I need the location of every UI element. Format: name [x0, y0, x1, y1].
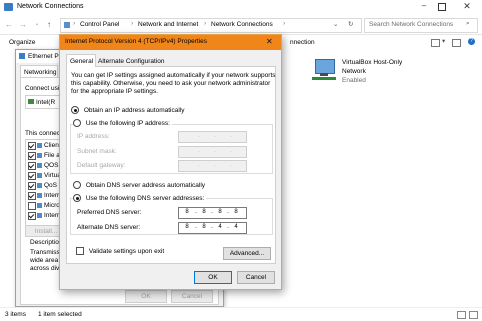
breadcrumb-network-and-internet[interactable]: Network and Internet [138, 21, 198, 28]
ok-button[interactable]: OK [194, 271, 232, 284]
intro-line-1: You can get IP settings assigned automat… [71, 72, 276, 79]
view-dropdown-icon[interactable]: ▾ [442, 37, 445, 45]
tab-general[interactable]: General [66, 54, 96, 67]
checkbox[interactable] [28, 142, 36, 150]
network-folder-icon [4, 3, 13, 11]
back-icon[interactable]: ← [4, 19, 14, 30]
network-adapter-icon [312, 59, 336, 81]
search-icon[interactable]: ⌕ [466, 20, 470, 28]
control-panel-icon [64, 22, 70, 28]
alternate-dns-field[interactable]: 8 . 8 . 4 . 4 [178, 222, 247, 234]
intro-line-3: for the appropriate IP settings. [71, 88, 158, 95]
large-icons-view-icon[interactable] [469, 311, 478, 319]
description-line-1: Transmissi [30, 249, 62, 256]
alternate-dns-label: Alternate DNS server: [77, 224, 141, 231]
component-icon [37, 153, 42, 158]
change-view-icon[interactable] [431, 39, 440, 47]
window-title: Network Connections [17, 3, 84, 10]
intro-line-2: this capability. Otherwise, you need to … [71, 80, 271, 87]
checkbox[interactable] [28, 212, 36, 220]
adapter-name: VirtualBox Host-Only [342, 59, 403, 66]
component-icon [37, 213, 42, 218]
component-icon [37, 173, 42, 178]
obtain-ip-auto-radio[interactable]: Obtain an IP address automatically [71, 106, 185, 114]
ethernet-dialog-title: Ethernet Pr [28, 53, 61, 60]
subnet-mask-field: ... [178, 146, 247, 158]
advanced-button[interactable]: Advanced... [223, 247, 271, 260]
search-input[interactable]: Search Network Connections [369, 21, 453, 28]
default-gateway-field: ... [178, 160, 247, 172]
item-count: 3 items [5, 311, 26, 318]
tab-alternate-configuration[interactable]: Alternate Configuration [94, 55, 165, 66]
use-following-ip-radio[interactable]: Use the following IP address: [73, 119, 172, 127]
ip-address-field: ... [178, 131, 247, 143]
address-bar: ← → ⌄ ↑ › Control Panel › Network and In… [0, 16, 482, 35]
refresh-icon[interactable]: ↻ [348, 20, 353, 28]
ethernet-ok-button[interactable]: OK [125, 290, 167, 303]
checkbox[interactable] [28, 192, 36, 200]
component-icon [37, 183, 42, 188]
selection-count: 1 item selected [38, 311, 82, 318]
use-following-dns-radio[interactable]: Use the following DNS server addresses: [73, 194, 207, 202]
description-label: Description [30, 239, 63, 246]
recent-dropdown-icon[interactable]: ⌄ [32, 19, 42, 30]
help-icon[interactable]: ? [468, 38, 475, 45]
organize-menu[interactable]: Organize [9, 39, 35, 46]
details-view-icon[interactable] [457, 311, 466, 319]
ethernet-cancel-button[interactable]: Cancel [171, 290, 213, 303]
breadcrumb-control-panel[interactable]: Control Panel [80, 21, 119, 28]
up-icon[interactable]: ↑ [44, 19, 54, 30]
address-field[interactable]: › Control Panel › Network and Internet ›… [60, 18, 362, 33]
minimize-button[interactable]: – [417, 2, 431, 12]
checkbox[interactable] [28, 172, 36, 180]
adapter-item[interactable]: VirtualBox Host-Only Network Enabled [310, 56, 450, 88]
component-icon [37, 203, 42, 208]
status-bar: 3 items 1 item selected [0, 307, 482, 321]
ipv4-dialog-titlebar: Internet Protocol Version 4 (TCP/IPv4) P… [60, 35, 281, 50]
checkbox[interactable] [28, 182, 36, 190]
subnet-mask-label: Subnet mask: [77, 148, 117, 155]
component-icon [37, 193, 42, 198]
validate-settings-checkbox[interactable]: Validate settings upon exit [76, 247, 164, 255]
checkbox[interactable] [28, 152, 36, 160]
preview-pane-icon[interactable] [452, 39, 461, 47]
maximize-button[interactable] [438, 3, 446, 11]
checkbox[interactable] [28, 202, 36, 210]
adapter-network: Network [342, 68, 366, 75]
close-icon[interactable]: ✕ [266, 37, 273, 46]
forward-icon[interactable]: → [18, 19, 28, 30]
preferred-dns-label: Preferred DNS server: [77, 209, 142, 216]
connection-items-label: This connect [25, 130, 62, 137]
breadcrumb-network-connections[interactable]: Network Connections [211, 21, 273, 28]
component-icon [37, 163, 42, 168]
adapter-icon [28, 99, 34, 104]
network-icon [19, 53, 25, 59]
adapter-status: Enabled [342, 77, 366, 84]
checkbox[interactable] [28, 162, 36, 170]
ipv4-dialog-title: Internet Protocol Version 4 (TCP/IPv4) P… [65, 38, 207, 45]
toolbar-partial-command[interactable]: nnection [290, 39, 315, 46]
description-line-3: across dive [30, 265, 63, 272]
ipv4-properties-dialog: Internet Protocol Version 4 (TCP/IPv4) P… [59, 34, 282, 290]
preferred-dns-field[interactable]: 8 . 8 . 8 . 8 [178, 207, 247, 219]
address-dropdown-icon[interactable]: ⌄ [333, 20, 338, 28]
close-button[interactable]: ✕ [460, 1, 474, 11]
default-gateway-label: Default gateway: [77, 162, 126, 169]
window-titlebar: Network Connections – ✕ [0, 0, 482, 15]
ip-address-label: IP address: [77, 133, 110, 140]
cancel-button[interactable]: Cancel [237, 271, 275, 284]
obtain-dns-auto-radio[interactable]: Obtain DNS server address automatically [73, 181, 205, 189]
component-icon [37, 143, 42, 148]
search-field[interactable]: Search Network Connections ⌕ [364, 18, 478, 33]
